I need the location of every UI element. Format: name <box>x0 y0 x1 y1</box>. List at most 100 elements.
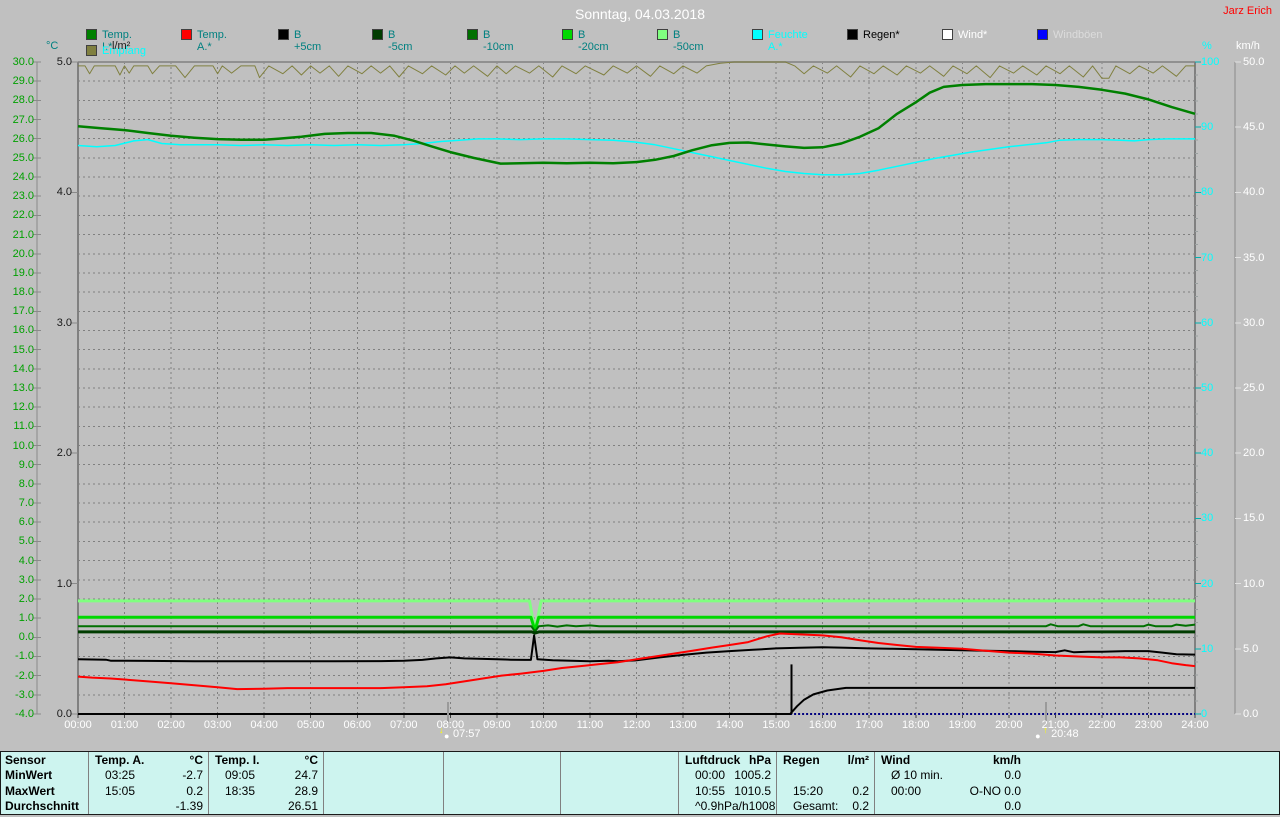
table-cell-value: 0.0 <box>1004 799 1027 813</box>
marker-time-label: 20:48 <box>1051 728 1079 740</box>
table-column-empty <box>443 752 560 814</box>
hour-tick-label: 04:00 <box>244 719 284 731</box>
percent-tick-label: 80 <box>1201 186 1213 198</box>
legend-swatch-icon <box>847 29 858 40</box>
lm2-tick-label: 4.0 <box>42 186 72 198</box>
hour-tick-label: 09:00 <box>477 719 517 731</box>
table-row-label: MaxWert <box>1 784 55 798</box>
table-cell-value: 26.51 <box>288 799 324 813</box>
table-column-header: Luftdruck <box>679 753 740 767</box>
hour-tick-label: 19:00 <box>942 719 982 731</box>
table-cell-value: 1008.5 <box>749 799 777 813</box>
series-feuchte-a <box>78 139 1195 175</box>
lm2-tick-label: 3.0 <box>42 317 72 329</box>
table-cell-value: 1005.2 <box>734 768 777 782</box>
axis-unit-label: l/m² <box>112 40 130 52</box>
legend-swatch-icon <box>181 29 192 40</box>
celsius-tick-label: -3.0 <box>4 689 34 701</box>
celsius-tick-label: 30.0 <box>4 56 34 68</box>
table-cell-time: 18:35 <box>209 784 255 798</box>
legend-label: Feuchte A.* <box>768 29 808 53</box>
station-name: Jarz Erich <box>1223 5 1272 17</box>
celsius-tick-label: 4.0 <box>4 555 34 567</box>
table-cell-time: Ø 10 min. <box>875 768 943 782</box>
legend-label: Regen* <box>863 29 900 41</box>
legend-label: B -50cm <box>673 29 704 53</box>
legend-swatch-icon <box>1037 29 1048 40</box>
table-cell-value: 1010.5 <box>734 784 777 798</box>
celsius-tick-label: 13.0 <box>4 382 34 394</box>
kmh-tick-label: 20.0 <box>1243 447 1264 459</box>
axis-unit-label: °C <box>46 40 58 52</box>
celsius-tick-label: 24.0 <box>4 171 34 183</box>
table-cell-time: 15:05 <box>89 784 135 798</box>
celsius-tick-label: 8.0 <box>4 478 34 490</box>
celsius-tick-label: 15.0 <box>4 344 34 356</box>
table-column-header: Temp. I. <box>209 753 259 767</box>
axis-unit-label: % <box>1202 40 1212 52</box>
hour-tick-label: 00:00 <box>58 719 98 731</box>
table-cell-time: Gesamt: <box>777 799 838 813</box>
moon-rise-icon: ● <box>1035 732 1040 741</box>
table-column-unit: km/h <box>993 753 1027 767</box>
hour-tick-label: 13:00 <box>663 719 703 731</box>
weather-station-day-view: { "header": { "title": "Sonntag, 04.03.2… <box>0 0 1280 817</box>
table-cell-value: 0.0 <box>1004 768 1027 782</box>
marker-arrow-icon: ↓ <box>439 726 444 735</box>
celsius-tick-label: 21.0 <box>4 229 34 241</box>
table-row-label: Durchschnitt <box>1 799 79 813</box>
table-cell-time: 03:25 <box>89 768 135 782</box>
legend-label: B -10cm <box>483 29 514 53</box>
table-cell-value: O-NO 0.0 <box>970 784 1027 798</box>
marker-time-label: 07:57 <box>453 728 481 740</box>
celsius-tick-label: 11.0 <box>4 420 34 432</box>
hour-tick-label: 06:00 <box>337 719 377 731</box>
celsius-tick-label: 3.0 <box>4 574 34 586</box>
series-regen <box>78 688 1195 714</box>
table-cell-time: 00:00 <box>679 768 725 782</box>
legend-label: Temp. A.* <box>197 29 227 53</box>
table-column-header: Regen <box>777 753 820 767</box>
celsius-tick-label: -1.0 <box>4 650 34 662</box>
percent-tick-label: 60 <box>1201 317 1213 329</box>
hour-tick-label: 01:00 <box>105 719 145 731</box>
celsius-tick-label: 29.0 <box>4 75 34 87</box>
celsius-tick-label: 5.0 <box>4 535 34 547</box>
hour-tick-label: 16:00 <box>803 719 843 731</box>
percent-tick-label: 70 <box>1201 252 1213 264</box>
legend-label: B -5cm <box>388 29 412 53</box>
table-column-temp-a: Temp. A.°C03:25-2.715:050.2-1.39 <box>88 752 208 814</box>
hour-tick-label: 23:00 <box>1128 719 1168 731</box>
legend-label: Windböen <box>1053 29 1103 41</box>
celsius-tick-label: 17.0 <box>4 305 34 317</box>
celsius-tick-label: 6.0 <box>4 516 34 528</box>
celsius-tick-label: 22.0 <box>4 209 34 221</box>
percent-tick-label: 10 <box>1201 643 1213 655</box>
celsius-tick-label: 7.0 <box>4 497 34 509</box>
table-cell-time: ^0.9hPa/h <box>679 799 749 813</box>
celsius-tick-label: 18.0 <box>4 286 34 298</box>
celsius-tick-label: 12.0 <box>4 401 34 413</box>
legend-swatch-icon <box>467 29 478 40</box>
hour-tick-label: 07:00 <box>384 719 424 731</box>
table-cell-value: 0.2 <box>852 784 875 798</box>
celsius-tick-label: 2.0 <box>4 593 34 605</box>
kmh-tick-label: 45.0 <box>1243 121 1264 133</box>
celsius-tick-label: 1.0 <box>4 612 34 624</box>
page-title: Sonntag, 04.03.2018 <box>0 6 1280 22</box>
legend-swatch-icon <box>942 29 953 40</box>
kmh-tick-label: 30.0 <box>1243 317 1264 329</box>
percent-tick-label: 20 <box>1201 578 1213 590</box>
percent-tick-label: 30 <box>1201 512 1213 524</box>
table-cell-value: -2.7 <box>182 768 209 782</box>
legend-swatch-icon <box>752 29 763 40</box>
celsius-tick-label: -2.0 <box>4 670 34 682</box>
lm2-tick-label: 5.0 <box>42 56 72 68</box>
legend-swatch-icon <box>86 45 97 56</box>
legend-swatch-icon <box>86 29 97 40</box>
table-column-header: Temp. A. <box>89 753 144 767</box>
hour-tick-label: 17:00 <box>849 719 889 731</box>
table-cell-value: -1.39 <box>176 799 209 813</box>
kmh-tick-label: 25.0 <box>1243 382 1264 394</box>
table-column-unit: l/m² <box>848 753 875 767</box>
